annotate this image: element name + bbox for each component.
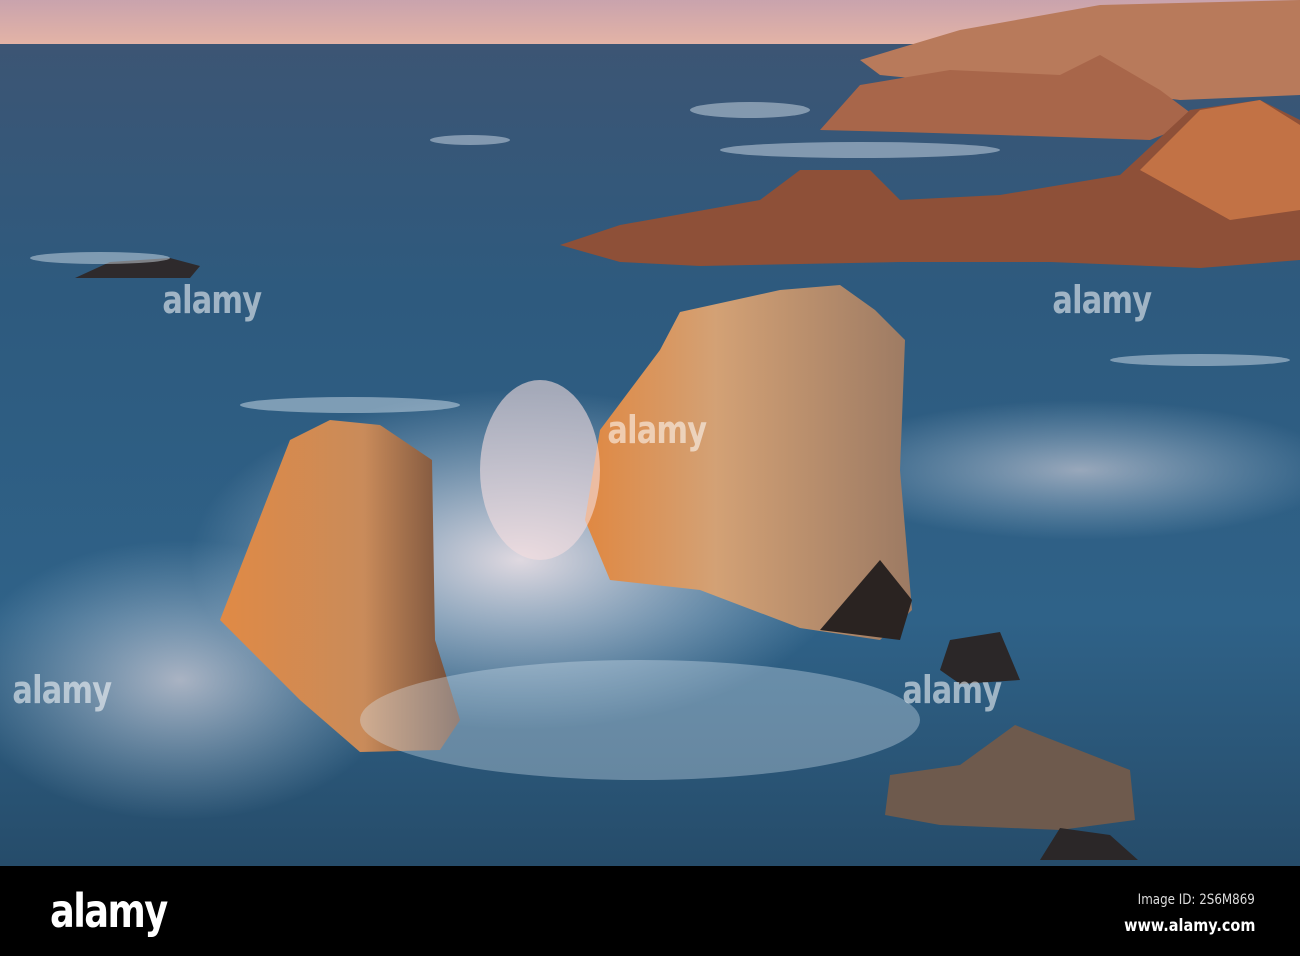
alamy-logo: alamy (50, 884, 168, 938)
footer-bar: alamy Image ID: 2S6M869 www.alamy.com (0, 866, 1300, 956)
website-link[interactable]: www.alamy.com (1124, 916, 1255, 936)
alamy-watermark: alamy (902, 668, 1002, 712)
alamy-watermark: alamy (1052, 278, 1152, 322)
alamy-watermark: alamy (607, 408, 707, 452)
alamy-watermark: alamy (12, 668, 112, 712)
stock-photo: alamy alamy alamy alamy alamy alamy Imag… (0, 0, 1300, 956)
image-id: Image ID: 2S6M869 (1137, 892, 1255, 908)
alamy-watermark: alamy (162, 278, 262, 322)
